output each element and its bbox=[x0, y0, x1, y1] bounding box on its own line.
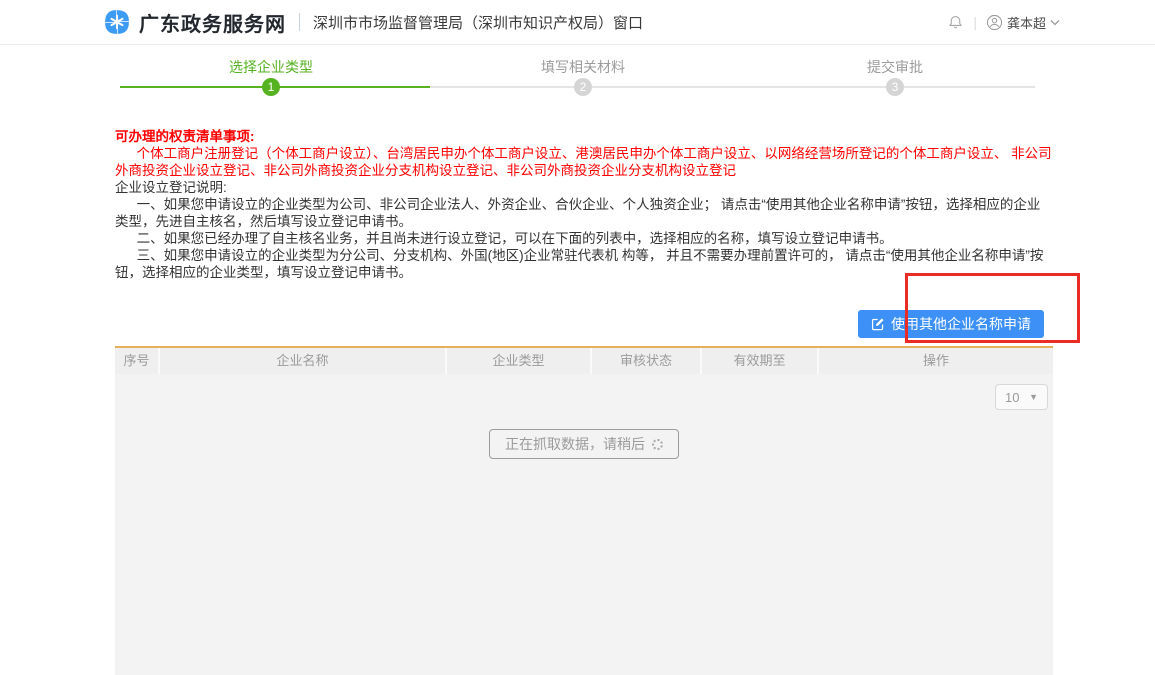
loading-indicator: 正在抓取数据，请稍后 bbox=[489, 429, 679, 459]
notice-title: 可办理的权责清单事项: bbox=[115, 128, 1053, 145]
topbar: 广东政务服务网 深圳市市场监督管理局（深圳市知识产权局）窗口 | 龚本超 bbox=[0, 0, 1155, 45]
step-3-dot: 3 bbox=[886, 78, 904, 96]
topbar-divider bbox=[299, 13, 300, 31]
instruction-item-1: 一、如果您申请设立的企业类型为公司、非公司企业法人、外资企业、合伙企业、个人独资… bbox=[115, 196, 1053, 230]
pinwheel-logo-icon bbox=[103, 8, 131, 36]
step-3-label: 提交审批 bbox=[739, 54, 1051, 77]
chevron-down-icon bbox=[1050, 19, 1060, 26]
col-header-company-name: 企业名称 bbox=[158, 348, 445, 374]
caret-down-icon: ▼ bbox=[1029, 392, 1038, 402]
instruction-item-2: 二、如果您已经办理了自主核名业务，并且尚未进行设立登记，可以在下面的列表中，选择… bbox=[115, 230, 1053, 247]
user-name: 龚本超 bbox=[1007, 13, 1046, 32]
use-other-company-name-label: 使用其他企业名称申请 bbox=[891, 314, 1031, 334]
page: { "colors": { "accent_blue": "#3D90F5", … bbox=[0, 0, 1155, 675]
notice-body: 个体工商户注册登记（个体工商户设立）、台湾居民申办个体工商户设立、港澳居民申办个… bbox=[115, 145, 1053, 179]
topbar-separator: | bbox=[973, 14, 977, 30]
instructions-heading: 企业设立登记说明: bbox=[115, 179, 1053, 196]
edit-pencil-icon bbox=[871, 317, 885, 331]
col-header-index: 序号 bbox=[115, 348, 158, 374]
col-header-company-type: 企业类型 bbox=[445, 348, 590, 374]
user-menu[interactable]: 龚本超 bbox=[986, 13, 1060, 32]
col-header-valid-until: 有效期至 bbox=[700, 348, 817, 374]
col-header-review-status: 审核状态 bbox=[590, 348, 700, 374]
use-other-company-name-button[interactable]: 使用其他企业名称申请 bbox=[858, 310, 1044, 338]
page-size-select[interactable]: 10 ▼ bbox=[995, 384, 1048, 410]
notification-bell-icon[interactable] bbox=[947, 14, 964, 31]
loading-text: 正在抓取数据，请稍后 bbox=[505, 434, 645, 454]
table-header-row: 序号 企业名称 企业类型 审核状态 有效期至 操作 bbox=[115, 346, 1053, 374]
step-1-dot: 1 bbox=[262, 78, 280, 96]
main-content: 选择企业类型 填写相关材料 提交审批 1 2 3 可办理的权责清单事项: 个体工… bbox=[115, 54, 1053, 675]
step-2-dot: 2 bbox=[574, 78, 592, 96]
site-logo[interactable]: 广东政务服务网 bbox=[103, 8, 286, 37]
step-1-label: 选择企业类型 bbox=[115, 54, 427, 77]
step-wizard: 选择企业类型 填写相关材料 提交审批 1 2 3 bbox=[115, 54, 1053, 100]
company-table: 序号 企业名称 企业类型 审核状态 有效期至 操作 10 ▼ 正在抓取数据，请稍… bbox=[115, 346, 1053, 675]
page-size-value: 10 bbox=[1005, 390, 1019, 405]
topbar-right: | 龚本超 bbox=[947, 13, 1060, 32]
col-header-actions: 操作 bbox=[817, 348, 1053, 374]
site-logo-text: 广东政务服务网 bbox=[139, 8, 286, 37]
action-button-row: 使用其他企业名称申请 bbox=[115, 310, 1053, 338]
avatar-icon bbox=[986, 14, 1003, 31]
instruction-item-3: 三、如果您申请设立的企业类型为分公司、分支机构、外国(地区)企业常驻代表机 构等… bbox=[115, 247, 1053, 281]
step-2-label: 填写相关材料 bbox=[427, 54, 739, 77]
window-title: 深圳市市场监督管理局（深圳市知识产权局）窗口 bbox=[313, 12, 643, 33]
spinner-icon bbox=[652, 439, 663, 450]
table-body: 10 ▼ 正在抓取数据，请稍后 bbox=[115, 374, 1053, 675]
notice-block: 可办理的权责清单事项: 个体工商户注册登记（个体工商户设立）、台湾居民申办个体工… bbox=[115, 128, 1053, 281]
